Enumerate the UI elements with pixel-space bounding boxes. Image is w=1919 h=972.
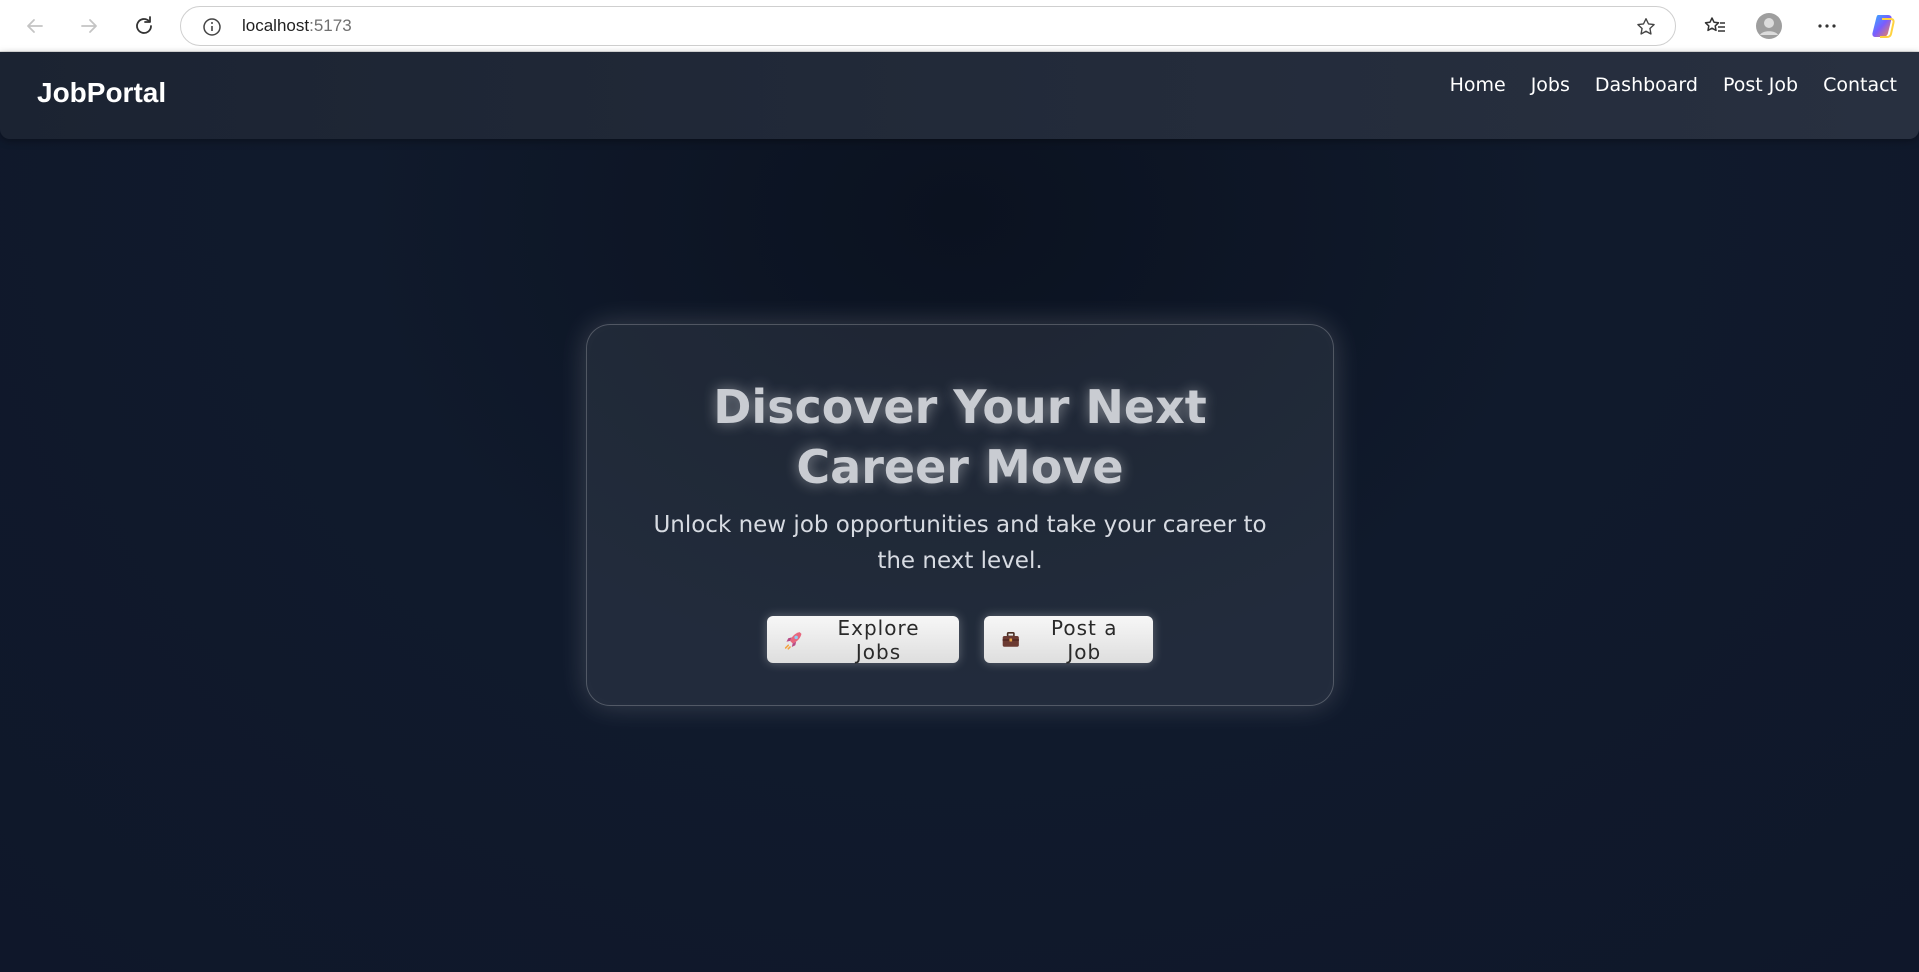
hero-actions: Explore Jobs Post a Job (587, 615, 1333, 664)
url-host: localhost (242, 16, 310, 35)
url-text: localhost:5173 (242, 16, 352, 36)
brand-logo[interactable]: JobPortal (37, 77, 166, 109)
post-job-button[interactable]: Post a Job (984, 615, 1153, 664)
hero-card: Discover Your Next Career Move Unlock ne… (586, 324, 1334, 706)
nav-post-job[interactable]: Post Job (1723, 74, 1798, 96)
nav-jobs[interactable]: Jobs (1531, 74, 1570, 96)
post-job-label: Post a Job (1051, 615, 1118, 664)
main-nav: Home Jobs Dashboard Post Job Contact (1450, 74, 1897, 96)
reload-icon (136, 16, 152, 34)
copilot-icon (1872, 15, 1895, 38)
arrow-left-icon (27, 19, 43, 33)
browser-toolbar: localhost:5173 (0, 0, 1919, 52)
profile-avatar-icon (1756, 13, 1782, 39)
back-button[interactable] (20, 11, 50, 41)
address-bar[interactable]: localhost:5173 (180, 6, 1676, 46)
nav-contact[interactable]: Contact (1823, 74, 1897, 96)
hero-title: Discover Your Next Career Move (713, 380, 1207, 494)
more-dots-icon (1818, 24, 1836, 28)
nav-home[interactable]: Home (1450, 74, 1506, 96)
favorites-button[interactable] (1700, 11, 1730, 41)
more-menu-button[interactable] (1812, 11, 1842, 41)
favorites-list-icon (1704, 17, 1725, 32)
reload-button[interactable] (129, 11, 159, 41)
app-header: JobPortal Home Jobs Dashboard Post Job C… (0, 52, 1919, 139)
site-info-icon[interactable] (202, 17, 222, 37)
arrow-right-icon (81, 19, 97, 33)
url-port: :5173 (309, 16, 352, 35)
favorite-star-icon[interactable] (1635, 16, 1657, 38)
explore-jobs-button[interactable]: Explore Jobs (767, 615, 959, 664)
copilot-button[interactable] (1869, 11, 1899, 41)
nav-dashboard[interactable]: Dashboard (1595, 74, 1698, 96)
forward-button[interactable] (74, 11, 104, 41)
explore-jobs-label: Explore Jobs (837, 615, 920, 664)
briefcase-icon (1002, 631, 1019, 647)
rocket-icon (784, 631, 802, 650)
profile-button[interactable] (1754, 11, 1784, 41)
hero-subtitle: Unlock new job opportunities and take yo… (653, 512, 1267, 574)
